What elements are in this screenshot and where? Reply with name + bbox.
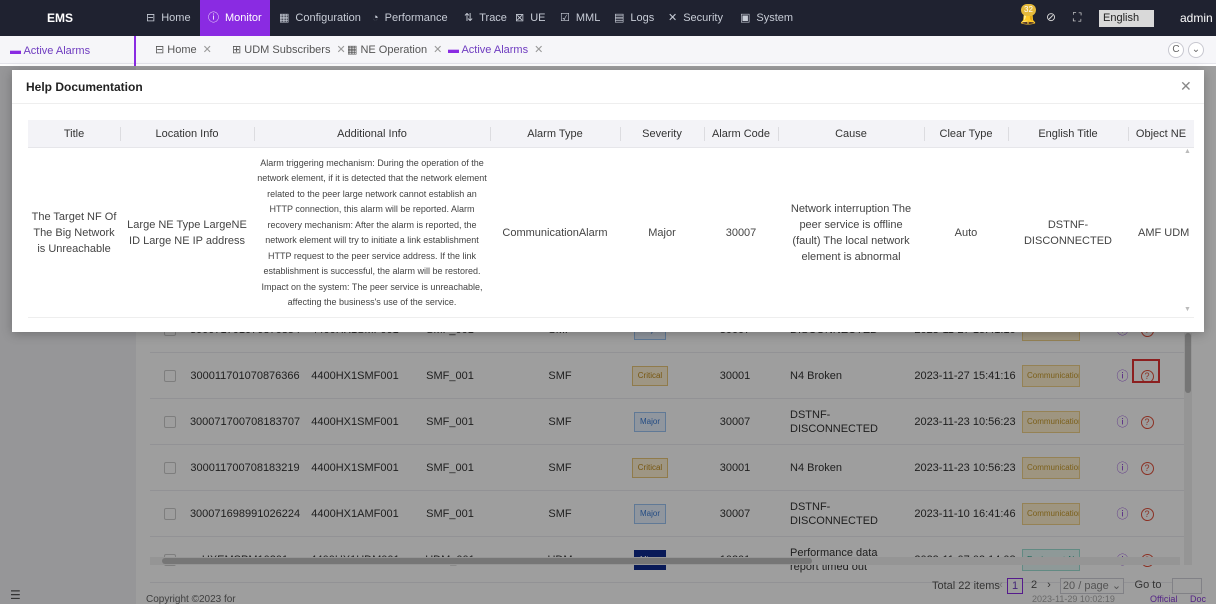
column-separator bbox=[704, 127, 705, 141]
tab-ne-operation[interactable]: ▦ NE Operation ✕ bbox=[347, 40, 442, 60]
fullscreen-icon[interactable]: ⛶ bbox=[1073, 10, 1081, 25]
close-tab-icon[interactable]: ✕ bbox=[203, 44, 212, 56]
top-navigation-bar: EMS ⊟ Home ⓘ Monitor ▦ Configuration ◔ Perfo… bbox=[0, 0, 1216, 36]
sidebar-title-active-alarms[interactable]: ▬ Active Alarms bbox=[0, 36, 136, 66]
close-tab-icon[interactable]: ✕ bbox=[336, 44, 345, 56]
logs-icon: ▤ bbox=[614, 12, 625, 24]
chevron-down-icon[interactable]: ⌄ bbox=[1188, 42, 1204, 58]
nav-configuration[interactable]: ▦ Configuration bbox=[279, 0, 361, 36]
close-icon[interactable]: ✕ bbox=[1180, 78, 1192, 95]
column-header: Cause bbox=[835, 128, 867, 140]
help-documentation-dialog: Help Documentation ✕ Title Location Info A… bbox=[12, 70, 1204, 332]
notification-badge: 32 bbox=[1021, 4, 1036, 16]
column-header: English Title bbox=[1038, 128, 1098, 140]
cell-additional-info: Alarm triggering mechanism: During the o… bbox=[257, 157, 487, 308]
tab-udm-subscribers[interactable]: ⊞ UDM Subscribers ✕ bbox=[232, 40, 346, 60]
ue-icon: ⊠ bbox=[515, 12, 525, 24]
home-icon: ⊟ bbox=[155, 44, 168, 56]
column-header: Alarm Type bbox=[527, 128, 583, 140]
refresh-icon[interactable]: C bbox=[1168, 42, 1184, 58]
column-separator bbox=[490, 127, 491, 141]
document-icon: ▦ bbox=[347, 44, 361, 56]
dialog-scrollbar[interactable]: ▲ ▼ bbox=[1182, 148, 1192, 318]
nav-home[interactable]: ⊟ Home bbox=[146, 0, 191, 36]
language-select[interactable]: English bbox=[1099, 10, 1154, 27]
tab-active-alarms[interactable]: ▬ Active Alarms ✕ bbox=[448, 40, 543, 60]
column-separator bbox=[1128, 127, 1129, 141]
user-menu[interactable]: admin bbox=[1180, 0, 1213, 36]
nav-logs[interactable]: ▤ Logs bbox=[614, 0, 654, 36]
config-icon: ▦ bbox=[279, 12, 290, 24]
nav-security[interactable]: ✕ Security bbox=[668, 0, 723, 36]
nav-system[interactable]: ▣ System bbox=[740, 0, 793, 36]
cell-cause: Network interruption The peer service is… bbox=[790, 203, 912, 263]
divider bbox=[12, 103, 1204, 104]
column-header: Object NE bbox=[1135, 128, 1187, 140]
trace-icon: ⇅ bbox=[464, 12, 474, 24]
performance-icon: ◔ bbox=[372, 12, 379, 24]
column-separator bbox=[1008, 127, 1009, 141]
column-separator bbox=[120, 127, 121, 141]
folder-icon: ▬ bbox=[10, 45, 24, 57]
cell-location: Large NE Type LargeNE ID Large NE IP add… bbox=[127, 219, 247, 247]
column-header: Clear Type bbox=[939, 128, 993, 140]
nav-monitor[interactable]: ⓘ Monitor bbox=[200, 0, 270, 36]
nav-trace[interactable]: ⇅ Trace bbox=[464, 0, 507, 36]
column-header: Severity bbox=[642, 128, 682, 140]
column-separator bbox=[924, 127, 925, 141]
cell-alarm-code: 30007 bbox=[725, 227, 757, 239]
cell-clear-type: Auto bbox=[954, 227, 978, 239]
tab-home[interactable]: ⊟ Home ✕ bbox=[155, 40, 212, 60]
nav-ue[interactable]: ⊠ UE bbox=[515, 0, 546, 36]
home-icon: ⊟ bbox=[146, 12, 156, 24]
column-separator bbox=[778, 127, 779, 141]
column-separator bbox=[254, 127, 255, 141]
dialog-title: Help Documentation bbox=[26, 80, 143, 94]
cell-severity: Major bbox=[648, 227, 676, 239]
close-tab-icon[interactable]: ✕ bbox=[433, 44, 442, 56]
security-icon: ✕ bbox=[668, 12, 678, 24]
column-header: Location Info bbox=[155, 128, 219, 140]
monitor-icon: ⓘ bbox=[208, 12, 219, 24]
close-tab-icon[interactable]: ✕ bbox=[534, 44, 543, 56]
nav-performance[interactable]: ◔ Performance bbox=[372, 0, 448, 36]
app-logo: EMS bbox=[46, 11, 73, 25]
document-icon: ⊞ bbox=[232, 44, 245, 56]
cell-alarm-type: CommunicationAlarm bbox=[502, 227, 608, 239]
help-table-row: The Target NF Of The Big Network is Unre… bbox=[28, 148, 1194, 318]
help-table-header: Title Location Info Additional Info Alarm T… bbox=[28, 120, 1194, 148]
mml-icon: ☑ bbox=[560, 12, 570, 24]
column-header: Alarm Code bbox=[711, 128, 771, 140]
help-icon[interactable]: ⊘ bbox=[1046, 10, 1056, 24]
column-header: Additional Info bbox=[337, 128, 407, 140]
cell-title: The Target NF Of The Big Network is Unre… bbox=[31, 211, 117, 255]
column-separator bbox=[620, 127, 621, 141]
system-icon: ▣ bbox=[740, 12, 751, 24]
folder-icon: ▬ bbox=[448, 44, 462, 56]
column-header: Title bbox=[63, 128, 85, 140]
cell-english-title: DSTNF-DISCONNECTED bbox=[1023, 219, 1112, 247]
nav-mml[interactable]: ☑ MML bbox=[560, 0, 600, 36]
